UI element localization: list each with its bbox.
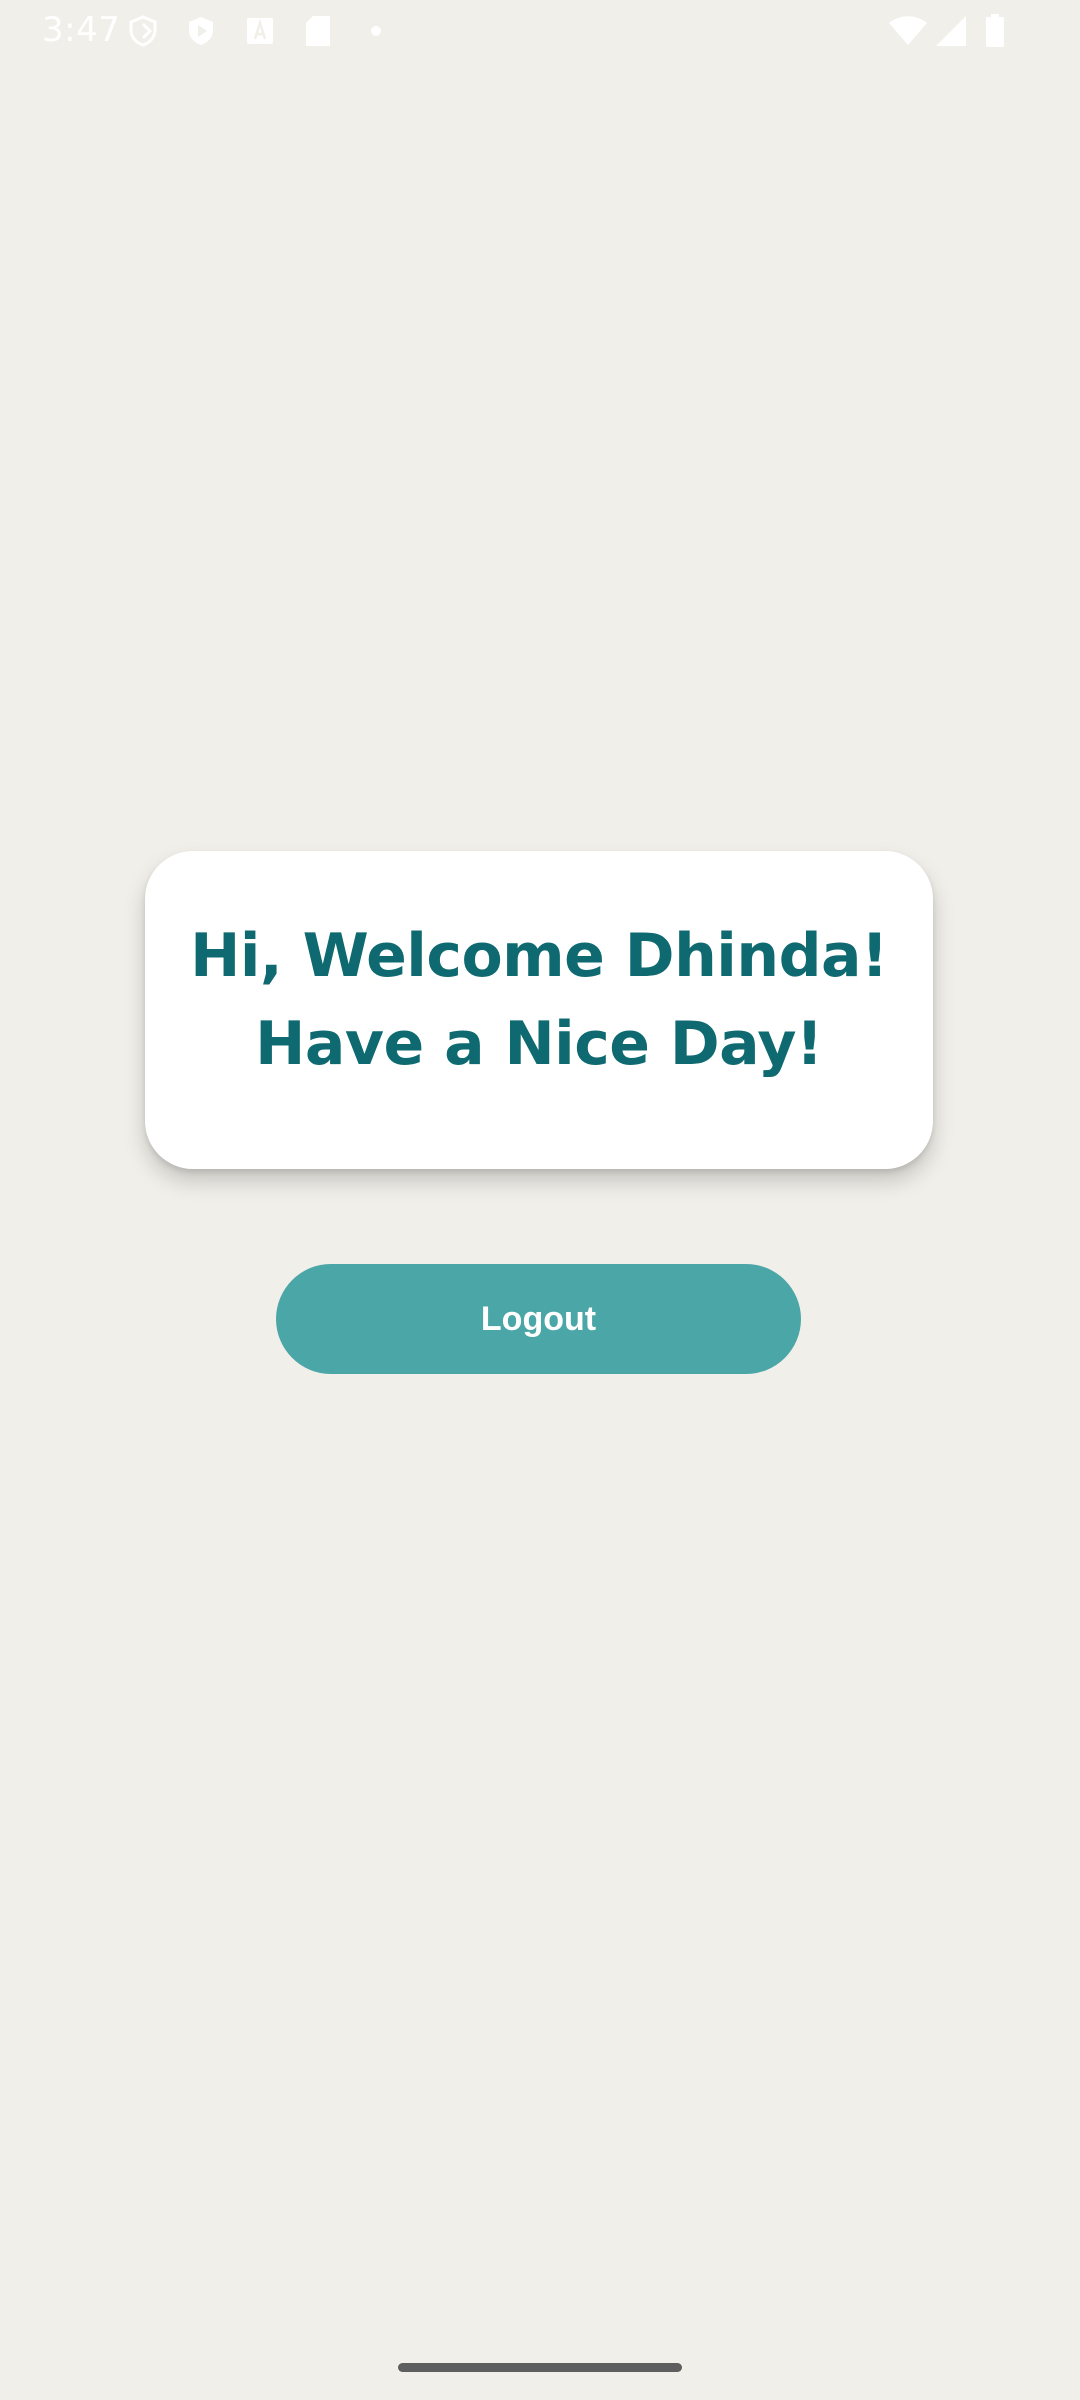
logout-button[interactable]: Logout	[276, 1264, 801, 1374]
status-bar: 3:47	[0, 0, 1080, 64]
home-indicator[interactable]	[398, 2363, 682, 2372]
dot-icon	[359, 14, 393, 48]
welcome-greeting: Hi, Welcome Dhinda!	[190, 921, 888, 991]
status-time: 3:47	[42, 10, 121, 50]
wifi-icon	[888, 14, 928, 48]
welcome-message: Hi, Welcome Dhinda! Have a Nice Day!	[190, 912, 888, 1088]
a-badge-icon	[243, 14, 277, 48]
welcome-card: Hi, Welcome Dhinda! Have a Nice Day!	[145, 851, 933, 1169]
battery-icon	[978, 14, 1012, 48]
welcome-subtitle: Have a Nice Day!	[255, 1009, 823, 1079]
shield-outline-icon	[126, 14, 160, 48]
play-shield-icon	[184, 14, 218, 48]
signal-icon	[934, 14, 968, 48]
sd-card-icon	[301, 14, 335, 48]
